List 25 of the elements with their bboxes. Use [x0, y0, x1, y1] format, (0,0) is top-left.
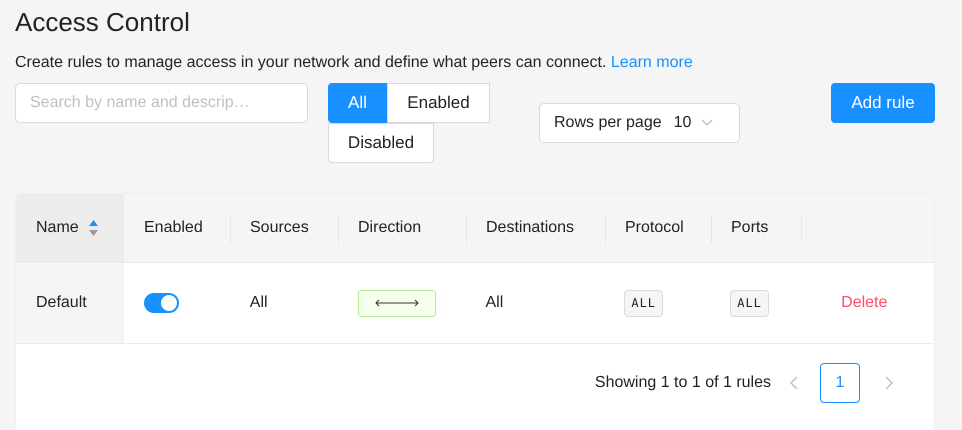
destinations-value: All [486, 293, 504, 313]
column-header[interactable]: Destinations [466, 194, 605, 262]
sources-value: All [250, 293, 268, 313]
page-title: Access Control [15, 6, 190, 38]
protocol-tag: ALL [624, 290, 664, 316]
column-header[interactable]: Ports [711, 194, 801, 262]
enabled-toggle[interactable] [144, 293, 179, 313]
double-arrow-icon [374, 298, 420, 308]
previous-page-icon[interactable] [789, 376, 799, 390]
ports-tag: ALL [730, 290, 769, 316]
column-header[interactable]: Name [16, 194, 124, 262]
column-header[interactable]: Sources [230, 194, 338, 262]
filter-tab[interactable]: Disabled [328, 123, 434, 163]
column-header[interactable]: Protocol [605, 194, 711, 262]
rule-name: Default [36, 293, 87, 313]
column-header[interactable]: Direction [338, 194, 466, 262]
description: Create rules to manage access in your network and define what peers can connect. [15, 54, 606, 71]
rows-per-page-select[interactable]: Rows per page 10 [539, 103, 740, 143]
chevron-down-icon [701, 119, 714, 127]
sort-icon[interactable] [88, 219, 99, 237]
column-header[interactable]: Enabled [124, 194, 230, 262]
next-page-icon[interactable] [884, 376, 894, 390]
filter-tab[interactable]: Enabled [387, 83, 490, 123]
pagination-summary: Showing 1 to 1 of 1 rules [594, 373, 771, 393]
search-field[interactable]: Search by name and descrip… [15, 83, 308, 123]
